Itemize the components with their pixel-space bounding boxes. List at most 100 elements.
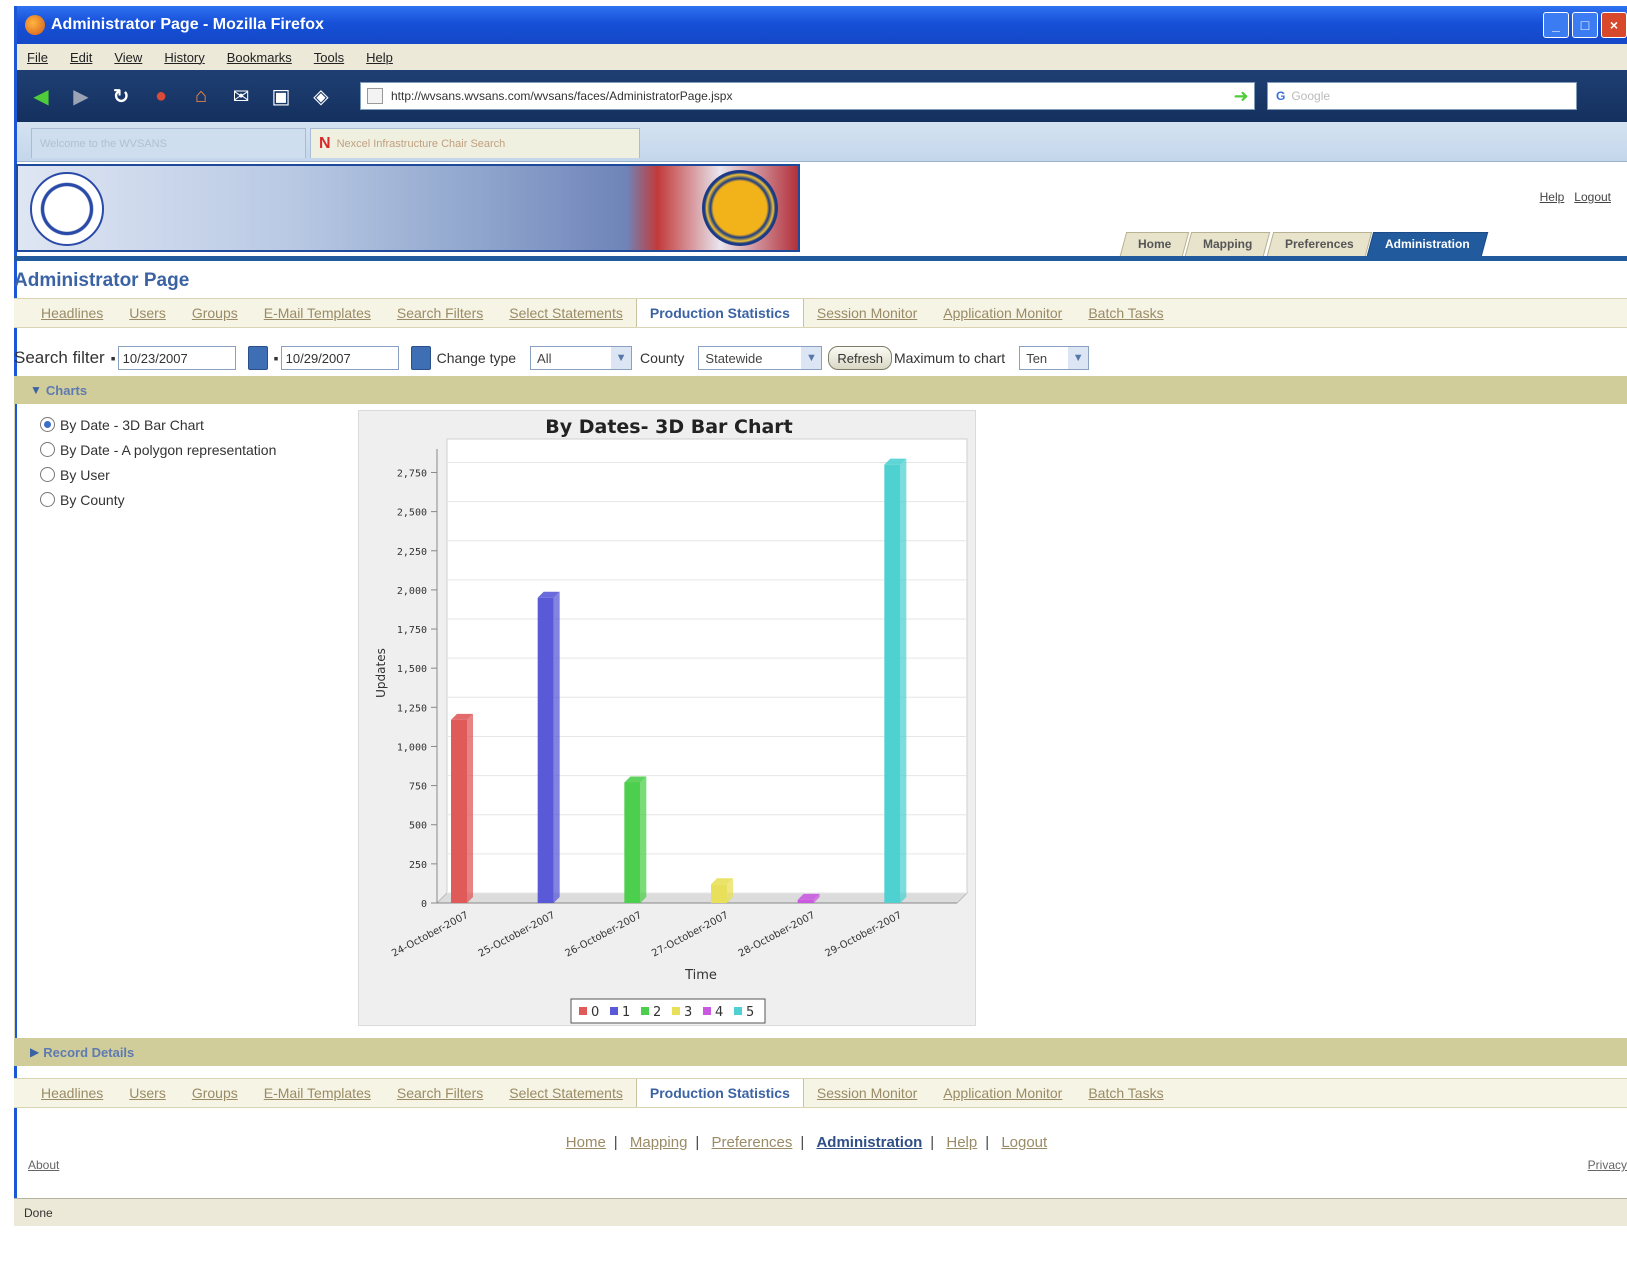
max-to-chart-label: Maximum to chart [893, 350, 1006, 366]
reload-icon[interactable]: ↻ [107, 82, 135, 110]
chart-option-by-user[interactable]: By User [40, 462, 276, 487]
subnav-headlines[interactable]: Headlines [28, 299, 116, 327]
admin-subnav-top: Headlines Users Groups E-Mail Templates … [14, 298, 1627, 328]
chart-option-label: By County [60, 491, 125, 508]
status-text: Done [24, 1205, 53, 1220]
browser-tab-active[interactable]: N Nexcel Infrastructure Chair Search [310, 128, 640, 158]
menu-tools[interactable]: Tools [314, 50, 344, 65]
about-link[interactable]: About [28, 1158, 59, 1172]
browser-tab[interactable]: Welcome to the WVSANS [31, 128, 306, 158]
bar-side [900, 458, 907, 903]
legend-label: 4 [715, 1005, 723, 1020]
subnav-groups[interactable]: Groups [179, 299, 251, 327]
subnav-groups[interactable]: Groups [179, 1079, 251, 1107]
subnav-batch-tasks[interactable]: Batch Tasks [1075, 1079, 1176, 1107]
menu-view[interactable]: View [114, 50, 142, 65]
shield-icon[interactable]: ◈ [307, 82, 335, 110]
subnav-email-templates[interactable]: E-Mail Templates [251, 1079, 384, 1107]
y-tick-label: 750 [409, 782, 427, 793]
subnav-search-filters[interactable]: Search Filters [384, 299, 496, 327]
privacy-link[interactable]: Privacy [1588, 1158, 1627, 1172]
chart-option-polygon[interactable]: By Date - A polygon representation [40, 437, 276, 462]
minimize-icon[interactable]: _ [1543, 12, 1569, 38]
search-input[interactable]: G Google [1267, 82, 1577, 110]
menu-help[interactable]: Help [366, 50, 393, 65]
collapse-triangle-icon: ▼ [30, 383, 42, 397]
radio[interactable] [40, 467, 55, 482]
chart-option-bar-3d[interactable]: By Date - 3D Bar Chart [40, 412, 276, 437]
refresh-button[interactable]: Refresh [828, 346, 892, 370]
tab-mapping[interactable]: Mapping [1185, 232, 1271, 256]
max-to-chart-select[interactable]: Ten ▼ [1019, 346, 1090, 370]
subnav-application-monitor[interactable]: Application Monitor [930, 299, 1075, 327]
subnav-session-monitor[interactable]: Session Monitor [804, 1079, 930, 1107]
subnav-users[interactable]: Users [116, 299, 179, 327]
to-date-field[interactable]: 10/29/2007 [280, 346, 399, 370]
footer-help-link[interactable]: Help [946, 1134, 977, 1151]
subnav-session-monitor[interactable]: Session Monitor [804, 299, 930, 327]
maximize-icon[interactable]: □ [1572, 12, 1598, 38]
footer-administration-link[interactable]: Administration [816, 1134, 922, 1151]
go-arrow-icon[interactable]: ➜ [1229, 84, 1253, 108]
chart-option-by-county[interactable]: By County [40, 487, 276, 512]
legend-label: 3 [684, 1005, 692, 1020]
page-icon [367, 88, 383, 104]
google-icon: G [1276, 89, 1286, 103]
subnav-email-templates[interactable]: E-Mail Templates [251, 299, 384, 327]
radio[interactable] [40, 442, 55, 457]
url-bar[interactable]: http://wvsans.wvsans.com/wvsans/faces/Ad… [360, 82, 1255, 110]
subnav-production-statistics[interactable]: Production Statistics [635, 299, 804, 327]
save-icon[interactable]: ▣ [267, 82, 295, 110]
bar [537, 597, 554, 903]
back-icon[interactable]: ◀ [27, 82, 55, 110]
radio-selected[interactable] [40, 417, 55, 432]
mail-icon[interactable]: ✉ [227, 82, 255, 110]
footer-links: Home | Mapping | Preferences | Administrati… [565, 1134, 1048, 1151]
y-tick-label: 1,500 [397, 664, 427, 675]
subnav-search-filters[interactable]: Search Filters [384, 1079, 496, 1107]
agency-seal-logo [702, 170, 778, 246]
tab-home[interactable]: Home [1119, 232, 1190, 256]
menu-bookmarks[interactable]: Bookmarks [227, 50, 292, 65]
calendar-icon[interactable] [247, 346, 268, 370]
subnav-application-monitor[interactable]: Application Monitor [930, 1079, 1075, 1107]
menu-edit[interactable]: Edit [70, 50, 92, 65]
subnav-headlines[interactable]: Headlines [28, 1079, 116, 1107]
footer-home-link[interactable]: Home [566, 1134, 606, 1151]
help-link[interactable]: Help [1540, 190, 1565, 204]
county-select[interactable]: Statewide ▼ [698, 346, 823, 370]
subnav-select-statements[interactable]: Select Statements [496, 299, 636, 327]
subnav-users[interactable]: Users [116, 1079, 179, 1107]
menu-history[interactable]: History [164, 50, 204, 65]
legend-swatch [610, 1007, 618, 1015]
forward-icon[interactable]: ▶ [67, 82, 95, 110]
bar-side [553, 591, 560, 903]
footer-mapping-link[interactable]: Mapping [630, 1134, 688, 1151]
tab-administration[interactable]: Administration [1367, 232, 1489, 256]
menu-file[interactable]: File [27, 50, 48, 65]
footer-preferences-link[interactable]: Preferences [712, 1134, 793, 1151]
close-icon[interactable]: × [1601, 12, 1627, 38]
subnav-production-statistics[interactable]: Production Statistics [635, 1079, 804, 1107]
from-date-field[interactable]: 10/23/2007 [117, 346, 236, 370]
footer-logout-link[interactable]: Logout [1001, 1134, 1047, 1151]
subnav-batch-tasks[interactable]: Batch Tasks [1075, 299, 1176, 327]
logout-link[interactable]: Logout [1574, 190, 1611, 204]
search-filter-label: Search filter [14, 348, 105, 367]
legend-swatch [672, 1007, 680, 1015]
legend-label: 5 [746, 1005, 754, 1020]
window-controls: _ □ × [1543, 12, 1627, 38]
browser-tab-label: Nexcel Infrastructure Chair Search [336, 137, 506, 150]
subnav-select-statements[interactable]: Select Statements [496, 1079, 636, 1107]
calendar-icon[interactable] [410, 346, 431, 370]
tab-preferences[interactable]: Preferences [1266, 232, 1372, 256]
change-type-select[interactable]: All ▼ [530, 346, 633, 370]
stop-icon[interactable]: ● [147, 82, 175, 110]
bar-chart-container: 0 250 500 750 1,000 1,250 1,500 1,750 2,000 2,250… [358, 410, 976, 1026]
legend-swatch [703, 1007, 711, 1015]
record-details-section-header[interactable]: ▶ Record Details [14, 1038, 1627, 1066]
legend-label: 2 [653, 1005, 661, 1020]
home-icon[interactable]: ⌂ [187, 82, 215, 110]
radio[interactable] [40, 492, 55, 507]
charts-section-header[interactable]: ▼ Charts [14, 376, 1627, 404]
